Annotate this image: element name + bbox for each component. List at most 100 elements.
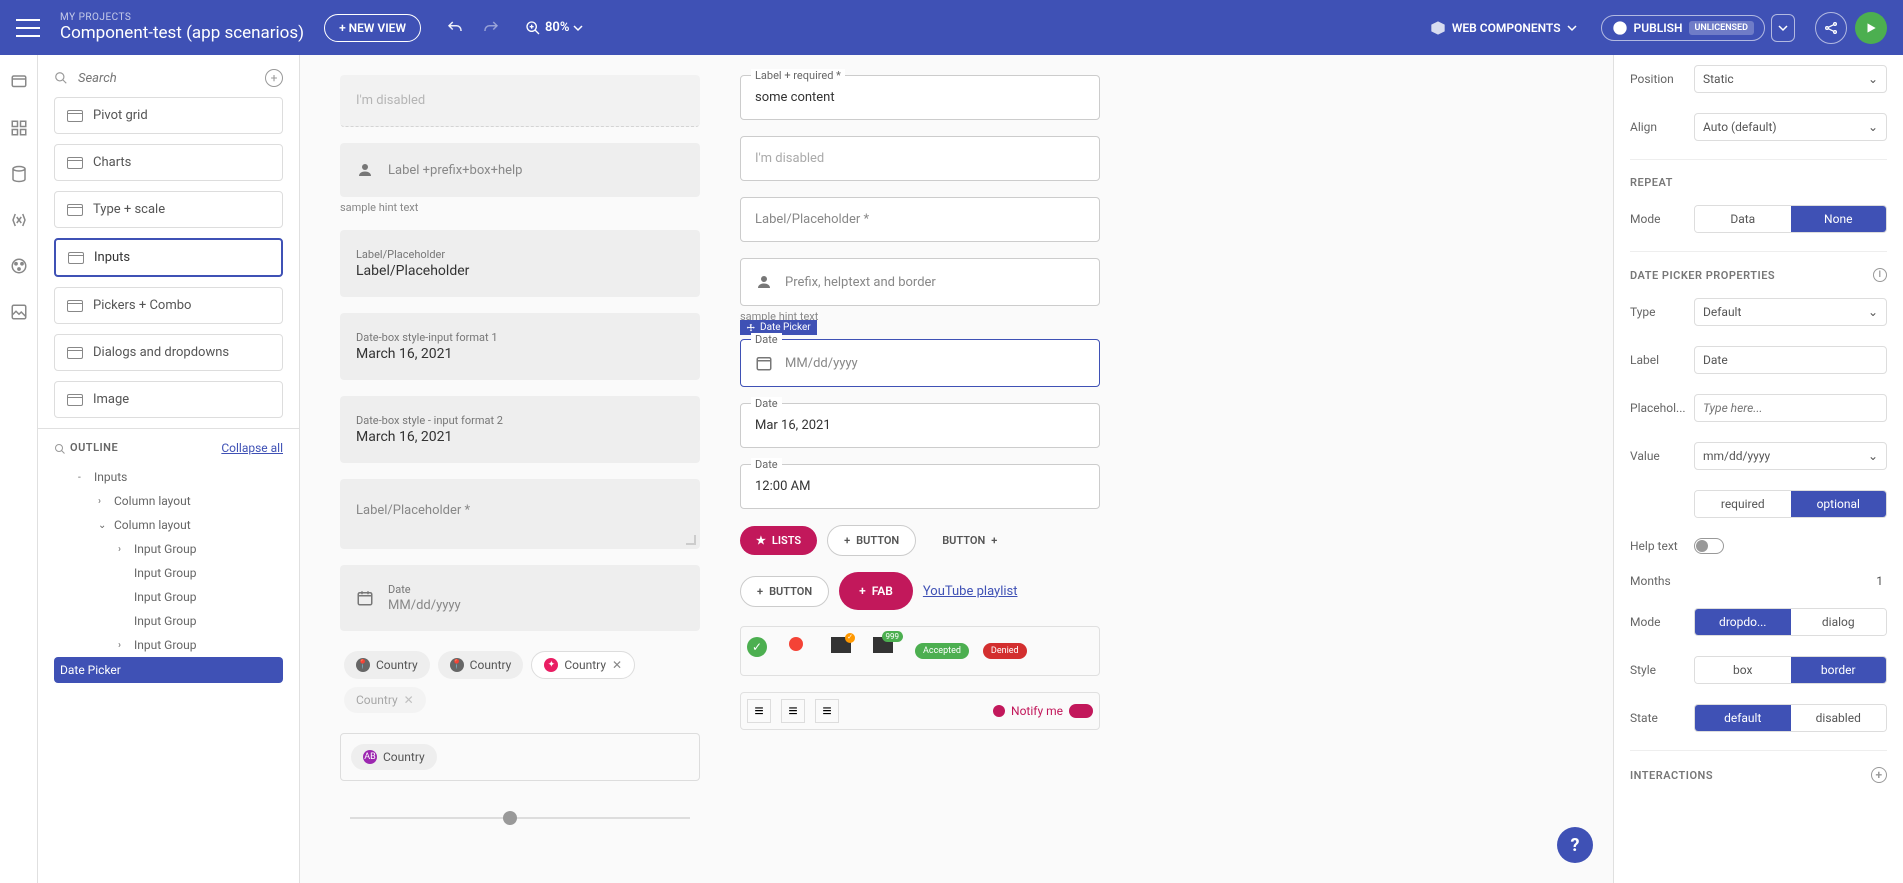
help-button[interactable]: ? <box>1557 827 1593 863</box>
collapse-all-link[interactable]: Collapse all <box>221 441 283 455</box>
tree-item-selected[interactable]: Date Picker <box>54 657 283 683</box>
view-item[interactable]: Dialogs and dropdowns <box>54 334 283 371</box>
assets-icon[interactable] <box>8 301 30 323</box>
placeholder-input[interactable]: Label/Placeholder * <box>740 197 1100 242</box>
button-row: ★LISTS +BUTTON BUTTON+ <box>740 525 1100 556</box>
view-icon <box>67 110 83 122</box>
undo-icon[interactable] <box>441 14 469 42</box>
view-item[interactable]: Type + scale <box>54 191 283 228</box>
chip[interactable]: ✦Country✕ <box>531 651 635 679</box>
chip[interactable]: ABCountry <box>351 744 437 770</box>
tree-item[interactable]: Input Group <box>54 585 283 609</box>
menu-icon[interactable] <box>16 19 40 37</box>
search-input[interactable] <box>78 71 255 86</box>
required-toggle[interactable]: required optional <box>1694 490 1887 518</box>
tree-item[interactable]: ⌄Column layout <box>54 513 283 537</box>
prefix-input[interactable]: Label +prefix+box+help <box>340 143 700 197</box>
disabled-input[interactable]: I'm disabled <box>740 136 1100 181</box>
button[interactable]: BUTTON+ <box>926 526 1013 555</box>
share-button[interactable] <box>1815 12 1847 44</box>
chevron-down-icon: ⌄ <box>1868 120 1878 134</box>
tree-item[interactable]: ›Input Group <box>54 537 283 561</box>
type-select[interactable]: Default⌄ <box>1694 298 1887 326</box>
add-view-button[interactable]: + <box>265 69 283 87</box>
button-row: +BUTTON +FAB YouTube playlist <box>740 572 1100 610</box>
framework-selector[interactable]: WEB COMPONENTS <box>1430 20 1577 36</box>
chevron-down-icon: ⌄ <box>1868 305 1878 319</box>
button[interactable]: +BUTTON <box>740 576 829 607</box>
prefix-border-input[interactable]: Prefix, helptext and border <box>740 258 1100 306</box>
chevron-down-icon <box>1567 23 1577 33</box>
time-input[interactable]: Date 12:00 AM <box>740 464 1100 509</box>
help-text-switch[interactable] <box>1694 538 1724 554</box>
views-icon[interactable] <box>8 71 30 93</box>
align-center-icon[interactable]: ≡ <box>781 699 805 723</box>
placeholder-input[interactable] <box>1694 394 1887 422</box>
textarea[interactable]: Label/Placeholder * <box>340 479 700 549</box>
date-input[interactable]: Date Mar 16, 2021 <box>740 403 1100 448</box>
date-box-input[interactable]: Date-box style - input format 2 March 16… <box>340 396 700 463</box>
zoom-control[interactable]: 80% <box>525 20 583 36</box>
chip[interactable]: Country✕ <box>344 687 426 713</box>
button[interactable]: +BUTTON <box>827 525 916 556</box>
chip[interactable]: 📍Country <box>344 651 430 679</box>
position-select[interactable]: Static⌄ <box>1694 65 1887 93</box>
chip[interactable]: 📍Country <box>438 651 524 679</box>
canvas-column: Label + required * some content I'm disa… <box>740 75 1100 863</box>
fab-button[interactable]: +FAB <box>839 572 913 610</box>
view-item[interactable]: Pickers + Combo <box>54 287 283 324</box>
date-input[interactable]: Date MM/dd/yyyy <box>340 565 700 631</box>
app-header: MY PROJECTS Component-test (app scenario… <box>0 0 1903 55</box>
info-icon[interactable]: i <box>1873 268 1887 282</box>
preview-button[interactable] <box>1855 12 1887 44</box>
view-item[interactable]: Image <box>54 381 283 418</box>
date-picker-selected[interactable]: Date Picker Date MM/dd/yyyy <box>740 339 1100 387</box>
breadcrumb[interactable]: MY PROJECTS Component-test (app scenario… <box>60 12 304 43</box>
tree-item[interactable]: ›Column layout <box>54 489 283 513</box>
picker-mode-toggle[interactable]: dropdo... dialog <box>1694 608 1887 636</box>
months-value[interactable]: 1 <box>1694 574 1887 588</box>
close-icon[interactable]: ✕ <box>612 658 622 672</box>
close-icon[interactable]: ✕ <box>404 693 414 707</box>
tree-item[interactable]: -Inputs <box>54 465 283 489</box>
pin-icon: ✦ <box>544 658 558 672</box>
tree-item[interactable]: ›Input Group <box>54 633 283 657</box>
view-icon <box>67 157 83 169</box>
publish-dropdown[interactable] <box>1771 14 1795 42</box>
components-icon[interactable] <box>8 117 30 139</box>
badge-item <box>789 637 817 665</box>
variables-icon[interactable] <box>8 209 30 231</box>
badge-item: 999 <box>873 637 901 665</box>
slider[interactable] <box>340 797 700 819</box>
view-icon <box>67 347 83 359</box>
lists-button[interactable]: ★LISTS <box>740 526 817 555</box>
align-left-icon[interactable]: ≡ <box>747 699 771 723</box>
chevron-down-icon <box>1778 23 1788 33</box>
view-item[interactable]: Inputs <box>54 238 283 277</box>
theme-icon[interactable] <box>8 255 30 277</box>
canvas[interactable]: I'm disabled Label +prefix+box+help samp… <box>300 55 1613 883</box>
state-toggle[interactable]: default disabled <box>1694 704 1887 732</box>
align-select[interactable]: Auto (default)⌄ <box>1694 113 1887 141</box>
publish-button[interactable]: PUBLISH UNLICENSED <box>1601 15 1765 41</box>
youtube-link[interactable]: YouTube playlist <box>923 584 1018 599</box>
tree-item[interactable]: Input Group <box>54 561 283 585</box>
required-input[interactable]: Label + required * some content <box>740 75 1100 120</box>
add-interaction-button[interactable]: + <box>1871 767 1887 783</box>
style-toggle[interactable]: box border <box>1694 656 1887 684</box>
data-icon[interactable] <box>8 163 30 185</box>
view-item[interactable]: Charts <box>54 144 283 181</box>
date-box-input[interactable]: Date-box style-input format 1 March 16, … <box>340 313 700 380</box>
redo-icon[interactable] <box>477 14 505 42</box>
placeholder-input[interactable]: Label/Placeholder Label/Placeholder <box>340 230 700 297</box>
label-input[interactable] <box>1694 346 1887 374</box>
search-icon <box>54 71 68 85</box>
notify-toggle[interactable]: Notify me <box>993 704 1093 718</box>
repeat-mode-toggle[interactable]: Data None <box>1694 205 1887 233</box>
align-right-icon[interactable]: ≡ <box>815 699 839 723</box>
new-view-button[interactable]: + NEW VIEW <box>324 14 421 42</box>
view-item[interactable]: Pivot grid <box>54 97 283 134</box>
disabled-input[interactable]: I'm disabled <box>340 75 700 127</box>
value-select[interactable]: mm/dd/yyyy⌄ <box>1694 442 1887 470</box>
tree-item[interactable]: Input Group <box>54 609 283 633</box>
